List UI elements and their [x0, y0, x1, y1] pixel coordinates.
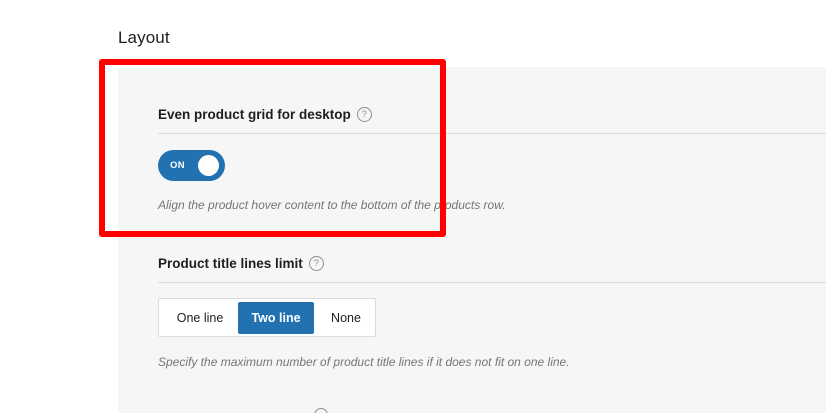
highlight-annotation-box [99, 59, 446, 237]
option-one-line[interactable]: One line [163, 302, 237, 334]
question-mark-icon[interactable]: ? [308, 256, 324, 271]
option-none[interactable]: None [315, 302, 377, 334]
title-lines-divider [158, 282, 826, 283]
title-lines-selector: One line Two line None [158, 298, 376, 337]
title-lines-description: Specify the maximum number of product ti… [158, 355, 570, 369]
option-two-line[interactable]: Two line [238, 302, 314, 334]
section-title: Layout [118, 28, 170, 47]
settings-page: Layout Even product grid for desktop ? O… [0, 0, 826, 413]
title-lines-field-title: Product title lines limit ? [158, 256, 324, 271]
title-lines-label: Product title lines limit [158, 256, 303, 271]
